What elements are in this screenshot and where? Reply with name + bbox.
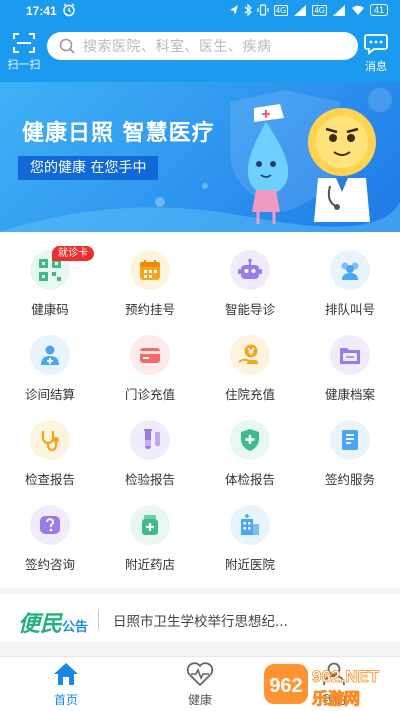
service-label: 附近医院 bbox=[224, 557, 275, 572]
notice-logo: 便民公告 bbox=[18, 606, 88, 637]
status-time: 17:41 bbox=[26, 4, 57, 18]
medicine-icon bbox=[130, 505, 170, 545]
search-icon bbox=[59, 38, 75, 54]
service-document[interactable]: 签约服务 bbox=[300, 412, 400, 492]
service-label: 体检报告 bbox=[224, 472, 275, 487]
service-yen-hand[interactable]: 住院充值 bbox=[200, 327, 300, 407]
message-label: 消息 bbox=[365, 60, 387, 73]
message-button[interactable]: 消息 bbox=[356, 33, 396, 74]
service-label: 附近药店 bbox=[124, 557, 175, 572]
search-input[interactable]: 搜索医院、科室、医生、疾病 bbox=[47, 32, 358, 60]
shield-plus-icon bbox=[230, 420, 270, 460]
battery-level: 41 bbox=[369, 4, 388, 16]
svg-text:962: 962 bbox=[269, 675, 302, 697]
service-robot[interactable]: 智能导诊 bbox=[200, 242, 300, 322]
scan-label: 扫一扫 bbox=[7, 58, 41, 71]
robot-icon bbox=[230, 250, 270, 290]
notice-separator bbox=[98, 609, 99, 629]
service-label: 签约服务 bbox=[324, 472, 375, 487]
status-right: 4G 4G 41 bbox=[229, 4, 388, 16]
notice-bar[interactable]: 便民公告 日照市卫生学校举行思想纪... bbox=[0, 596, 400, 642]
service-shield-plus[interactable]: 体检报告 bbox=[200, 412, 300, 492]
service-label: 检验报告 bbox=[124, 472, 175, 487]
service-question[interactable]: 签约咨询 bbox=[0, 497, 100, 577]
signal-icon-2 bbox=[332, 4, 345, 16]
location-icon bbox=[229, 5, 238, 15]
notice-text[interactable]: 日照市卫生学校举行思想纪... bbox=[113, 610, 288, 630]
service-label: 门诊充值 bbox=[124, 387, 175, 402]
calendar-icon bbox=[130, 250, 170, 290]
service-qr-code[interactable]: 健康码 就诊卡 bbox=[0, 242, 100, 322]
service-label: 预约挂号 bbox=[124, 302, 175, 317]
wifi-icon bbox=[351, 5, 364, 15]
notice-logo-big: 便民 bbox=[18, 611, 63, 637]
service-label: 签约咨询 bbox=[24, 557, 75, 572]
vibrate-icon bbox=[257, 4, 269, 16]
stethoscope-icon bbox=[30, 420, 70, 460]
alarm-icon bbox=[63, 3, 75, 17]
promo-banner[interactable]: 健康日照 智慧医疗 您的健康 在您手中 bbox=[0, 82, 400, 232]
watermark-line1: 962.NET bbox=[312, 667, 380, 686]
service-label: 健康档案 bbox=[324, 387, 375, 402]
network-tag: 4G bbox=[273, 4, 289, 16]
heart-pulse-icon bbox=[186, 662, 214, 687]
tab-health-label: 健康 bbox=[187, 693, 212, 707]
service-folder[interactable]: 健康档案 bbox=[300, 327, 400, 407]
home-icon bbox=[54, 663, 78, 685]
queue-icon bbox=[330, 250, 370, 290]
scan-icon bbox=[13, 33, 35, 53]
service-medicine[interactable]: 附近药店 bbox=[100, 497, 200, 577]
signal-icon bbox=[294, 4, 307, 16]
service-card[interactable]: 门诊充值 bbox=[100, 327, 200, 407]
network-tag-2: 4G bbox=[312, 4, 327, 16]
section-divider bbox=[0, 588, 400, 594]
service-hospital[interactable]: 附近医院 bbox=[200, 497, 300, 577]
message-icon bbox=[364, 34, 388, 55]
service-label: 检查报告 bbox=[24, 472, 75, 487]
banner-headline: 健康日照 智慧医疗 bbox=[22, 121, 215, 146]
card-icon bbox=[130, 335, 170, 375]
watermark-logo: 962 962.NET 乐游网 bbox=[264, 664, 380, 708]
service-stethoscope[interactable]: 检查报告 bbox=[0, 412, 100, 492]
section-divider-2 bbox=[0, 642, 400, 656]
service-calendar[interactable]: 预约挂号 bbox=[100, 242, 200, 322]
scan-button[interactable]: 扫一扫 bbox=[4, 33, 44, 72]
app-header: 17:41 4G 4G 41 扫一扫 搜索医院、科室、医生、疾病 消息 bbox=[0, 0, 400, 82]
test-tube-icon bbox=[130, 420, 170, 460]
tab-home-label: 首页 bbox=[53, 693, 78, 707]
watermark-line2: 乐游网 bbox=[312, 689, 360, 708]
document-icon bbox=[330, 420, 370, 460]
hospital-icon bbox=[230, 505, 270, 545]
service-label: 健康码 bbox=[31, 302, 69, 317]
doctor-icon bbox=[30, 335, 70, 375]
bluetooth-icon bbox=[244, 4, 252, 16]
service-label: 住院充值 bbox=[224, 387, 275, 402]
service-label: 诊间结算 bbox=[24, 387, 75, 402]
badge: 就诊卡 bbox=[52, 246, 94, 261]
tab-health[interactable]: 健康 bbox=[160, 661, 240, 708]
service-test-tube[interactable]: 检验报告 bbox=[100, 412, 200, 492]
banner-slogan: 您的健康 在您手中 bbox=[18, 156, 159, 180]
folder-icon bbox=[330, 335, 370, 375]
app-screen: 17:41 4G 4G 41 扫一扫 搜索医院、科室、医生、疾病 消息 健康日照… bbox=[0, 0, 400, 711]
service-queue[interactable]: 排队叫号 bbox=[300, 242, 400, 322]
tab-home[interactable]: 首页 bbox=[26, 661, 106, 708]
question-icon bbox=[30, 505, 70, 545]
notice-logo-small: 公告 bbox=[62, 620, 89, 635]
yen-hand-icon bbox=[230, 335, 270, 375]
service-doctor[interactable]: 诊间结算 bbox=[0, 327, 100, 407]
status-bar: 17:41 4G 4G 41 bbox=[0, 0, 400, 24]
service-label: 排队叫号 bbox=[324, 302, 375, 317]
service-label: 智能导诊 bbox=[224, 302, 275, 317]
search-placeholder: 搜索医院、科室、医生、疾病 bbox=[83, 39, 272, 55]
